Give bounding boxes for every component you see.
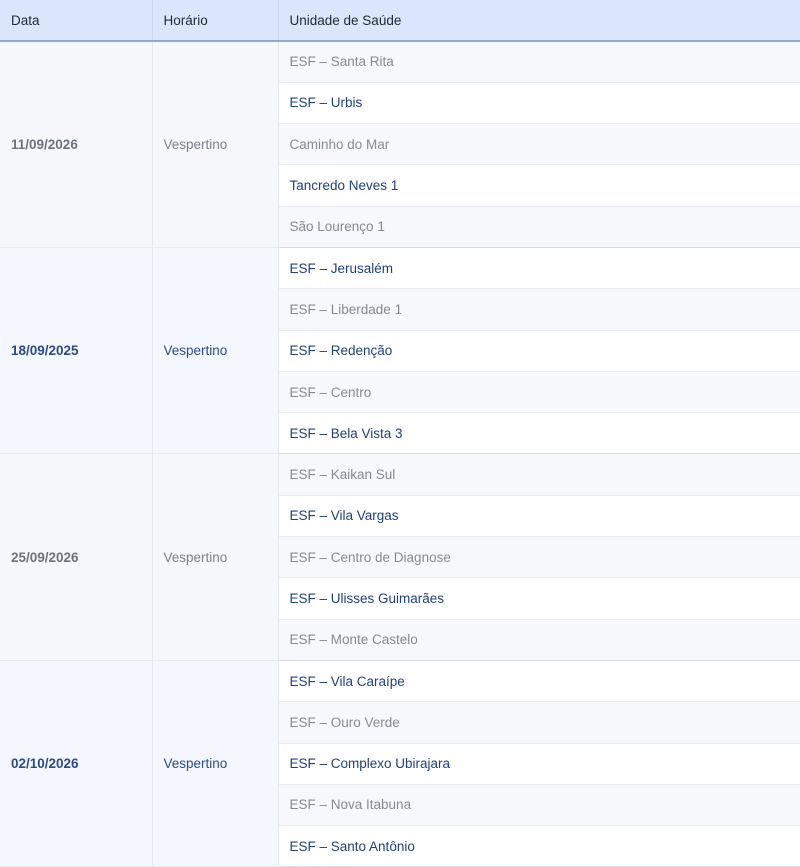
table-row: 18/09/2025 Vespertino ESF – Jerusalém: [0, 247, 800, 455]
table-body: 11/09/2026 Vespertino ESF – Santa Rita ESF …: [0, 41, 800, 867]
unit-cell: ESF – Santo Antônio: [278, 825, 800, 867]
unit-cell: ESF – Kaikan Sul: [278, 453, 800, 496]
table-row: 11/09/2026 Vespertino ESF – Santa Rita: [0, 41, 800, 248]
table-row: 25/09/2026 Vespertino ESF – Kaikan Sul: [0, 453, 800, 661]
unit-cell: ESF – Monte Castelo: [278, 619, 800, 661]
unit-cell: ESF – Bela Vista 3: [278, 412, 800, 455]
unit-cell: ESF – Jerusalém: [278, 247, 800, 290]
shift-cell: Vespertino: [152, 247, 279, 455]
unit-cell: ESF – Centro: [278, 371, 800, 414]
unit-cell: ESF – Santa Rita: [278, 41, 800, 83]
unit-cell: ESF – Vila Vargas: [278, 495, 800, 538]
unit-cell: ESF – Ouro Verde: [278, 701, 800, 744]
unit-cell: São Lourenço 1: [278, 206, 800, 248]
header-shift: Horário: [152, 0, 279, 42]
unit-cell: ESF – Urbis: [278, 82, 800, 125]
table-header: Data Horário Unidade de Saúde: [0, 0, 800, 42]
unit-cell: ESF – Liberdade 1: [278, 288, 800, 331]
shift-cell: Vespertino: [152, 41, 279, 248]
unit-cell: ESF – Complexo Ubirajara: [278, 743, 800, 785]
unit-cell: Tancredo Neves 1: [278, 164, 800, 207]
schedule-table: Data Horário Unidade de Saúde 11/09/2026…: [0, 0, 800, 867]
date-cell: 02/10/2026: [0, 660, 153, 867]
date-cell: 11/09/2026: [0, 41, 153, 248]
unit-cell: ESF – Redenção: [278, 330, 800, 372]
table-row: 02/10/2026 Vespertino ESF – Vila Caraípe: [0, 660, 800, 867]
shift-cell: Vespertino: [152, 660, 279, 867]
date-cell: 25/09/2026: [0, 453, 153, 661]
shift-cell: Vespertino: [152, 453, 279, 661]
unit-cell: ESF – Centro de Diagnose: [278, 536, 800, 579]
unit-cell: ESF – Nova Itabuna: [278, 784, 800, 827]
unit-cell: ESF – Ulisses Guimarães: [278, 577, 800, 620]
header-date: Data: [0, 0, 153, 42]
header-row: Data Horário Unidade de Saúde: [0, 0, 800, 42]
header-unit: Unidade de Saúde: [278, 0, 800, 42]
date-cell: 18/09/2025: [0, 247, 153, 455]
unit-cell: ESF – Vila Caraípe: [278, 660, 800, 703]
unit-cell: Caminho do Mar: [278, 123, 800, 166]
